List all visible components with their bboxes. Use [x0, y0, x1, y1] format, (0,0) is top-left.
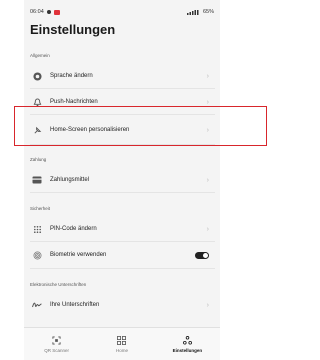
phone-screen: 06:04 65% Einstellungen Allgemein Sprach…: [24, 0, 220, 360]
settings-item-payment[interactable]: Zahlungsmittel ›: [30, 169, 215, 191]
divider: [30, 241, 215, 242]
notification-dot-icon: [46, 10, 51, 14]
settings-item-pin[interactable]: PIN-Code ändern ›: [30, 218, 215, 240]
qr-code-icon: [52, 336, 62, 346]
settings-item-payment-label: Zahlungsmittel: [50, 177, 90, 183]
toggle-knob: [203, 252, 208, 258]
settings-item-language[interactable]: Sprache ändern ›: [30, 65, 215, 87]
chevron-right-icon: ›: [206, 301, 209, 309]
settings-dots-icon: [182, 336, 192, 346]
section-label-allgemein: Allgemein: [30, 53, 50, 58]
divider: [30, 268, 215, 269]
settings-item-biometrics: Biometrie verwenden: [30, 244, 215, 266]
nav-settings-label: Einstellungen: [172, 347, 203, 353]
settings-item-biometrics-label: Biometrie verwenden: [50, 252, 107, 258]
page-title: Einstellungen: [30, 22, 116, 37]
wifi-signal-icon: [186, 9, 199, 15]
grid-icon: [117, 336, 127, 346]
chevron-right-icon: ›: [206, 225, 209, 233]
chevron-right-icon: ›: [206, 98, 209, 106]
bottom-navigation: QR Scanner Home Einstellungen: [24, 327, 220, 360]
credit-card-icon: [32, 175, 42, 185]
settings-item-pin-label: PIN-Code ändern: [50, 226, 97, 232]
settings-item-language-label: Sprache ändern: [50, 73, 93, 79]
section-label-signaturen: Elektronische Unterschriften: [30, 282, 87, 287]
nav-settings[interactable]: Einstellungen: [155, 328, 220, 360]
settings-item-signatures[interactable]: Ihre Unterschriften ›: [30, 294, 215, 316]
status-time: 06:04: [30, 9, 44, 15]
divider: [30, 192, 215, 193]
chevron-right-icon: ›: [206, 176, 209, 184]
battery-level: 65%: [202, 9, 214, 15]
app-notification-icon: [53, 9, 60, 15]
biometrics-toggle[interactable]: [195, 251, 209, 259]
highlight-box: [14, 106, 267, 146]
nav-qr-scanner-label: QR Scanner: [44, 347, 70, 353]
divider: [30, 88, 215, 89]
settings-item-signatures-label: Ihre Unterschriften: [50, 302, 100, 308]
nav-home-label: Home: [115, 347, 128, 353]
nav-qr-scanner[interactable]: QR Scanner: [24, 328, 89, 360]
chevron-right-icon: ›: [206, 72, 209, 80]
fingerprint-icon: [32, 250, 42, 260]
status-bar: 06:04 65%: [30, 7, 214, 17]
nav-home[interactable]: Home: [89, 328, 154, 360]
settings-item-push-label: Push-Nachrichten: [50, 99, 98, 105]
section-label-zahlung: Zahlung: [30, 157, 47, 162]
globe-icon: [32, 71, 42, 81]
keypad-icon: [32, 224, 42, 234]
section-label-sicherheit: Sicherheit: [30, 206, 51, 211]
signature-icon: [32, 300, 42, 310]
